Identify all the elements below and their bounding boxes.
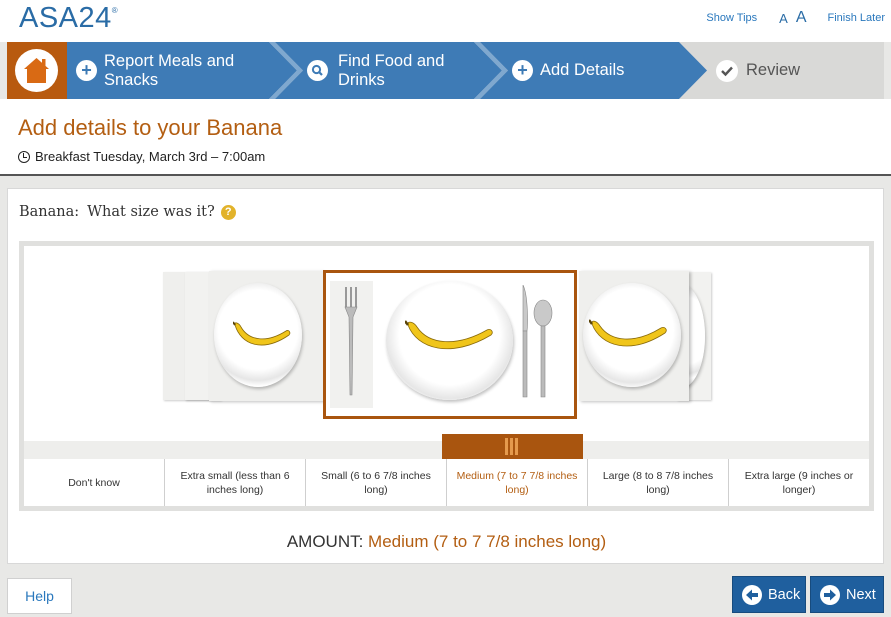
question-help-icon[interactable]: ?	[220, 204, 236, 220]
next-button[interactable]: Next	[810, 576, 884, 613]
banana-image	[405, 320, 493, 350]
step-find-food[interactable]: Find Food and Drinks	[307, 42, 444, 99]
search-icon	[307, 60, 328, 81]
font-size-large-button[interactable]: A	[796, 9, 807, 27]
page-title: Add details to your Banana	[18, 115, 283, 140]
step-report-meals[interactable]: + Report Meals and Snacks	[76, 42, 234, 99]
size-question: Banana: What size was it? ?	[19, 204, 236, 220]
size-option-medium[interactable]: Medium (7 to 7 7/8 inches long)	[446, 459, 587, 506]
amount-value: Medium (7 to 7 7/8 inches long)	[368, 532, 607, 551]
show-tips-link[interactable]: Show Tips	[706, 12, 757, 24]
size-slider-handle[interactable]	[442, 434, 583, 459]
meal-info: Breakfast Tuesday, March 3rd – 7:00am	[18, 149, 265, 164]
portion-panel: Banana: What size was it? ? Don't know E…	[7, 188, 884, 564]
arrow-right-icon	[820, 584, 840, 605]
portion-image-large[interactable]	[579, 271, 689, 401]
back-button[interactable]: Back	[732, 576, 806, 613]
size-options: Don't know Extra small (less than 6 inch…	[24, 459, 869, 506]
top-links: Show Tips A A Finish Later	[706, 9, 885, 27]
home-icon	[15, 49, 58, 92]
check-icon	[716, 59, 738, 82]
next-button-label: Next	[846, 586, 876, 603]
portion-image-carousel: Don't know Extra small (less than 6 inch…	[19, 241, 874, 511]
fork-icon	[344, 287, 358, 396]
size-option-dont-know[interactable]: Don't know	[24, 459, 164, 506]
meal-time-text: Breakfast Tuesday, March 3rd – 7:00am	[35, 149, 266, 164]
font-size-small-button[interactable]: A	[779, 11, 788, 26]
size-option-large[interactable]: Large (8 to 8 7/8 inches long)	[587, 459, 728, 506]
size-option-extra-large[interactable]: Extra large (9 inches or longer)	[728, 459, 869, 506]
size-option-extra-small[interactable]: Extra small (less than 6 inches long)	[164, 459, 305, 506]
top-bar: ASA24® Show Tips A A Finish Later	[0, 0, 891, 42]
size-option-small[interactable]: Small (6 to 6 7/8 inches long)	[305, 459, 446, 506]
plus-icon: +	[512, 60, 533, 81]
arrow-left-icon	[742, 584, 762, 605]
home-tab[interactable]	[7, 42, 67, 99]
step-progress-bar: + Report Meals and Snacks Find Food and Dr…	[7, 42, 884, 99]
amount-summary: AMOUNT: Medium (7 to 7 7/8 inches long)	[8, 532, 885, 552]
plus-icon: +	[76, 60, 97, 81]
step-report-meals-label: Report Meals and Snacks	[104, 51, 235, 89]
portion-images	[24, 246, 869, 441]
food-name: Banana:	[19, 204, 80, 220]
page-header: Add details to your Banana Breakfast Tue…	[0, 99, 891, 176]
step-review-label: Review	[746, 61, 801, 79]
grip-icon	[505, 438, 508, 455]
step-add-details[interactable]: + Add Details	[512, 42, 624, 99]
banana-image	[589, 319, 667, 347]
step-review[interactable]: Review	[716, 42, 800, 99]
back-button-label: Back	[768, 586, 801, 603]
app-logo: ASA24®	[19, 2, 119, 34]
question-text: What size was it?	[87, 204, 215, 220]
banana-image	[233, 321, 291, 346]
amount-label: AMOUNT:	[286, 532, 364, 551]
finish-later-link[interactable]: Finish Later	[828, 12, 885, 24]
help-button[interactable]: Help	[7, 578, 72, 614]
clock-icon	[18, 150, 30, 163]
knife-icon	[522, 285, 528, 398]
portion-image-small[interactable]	[209, 271, 323, 401]
portion-image-medium-selected[interactable]	[323, 270, 577, 419]
step-add-details-label: Add Details	[540, 61, 625, 79]
step-find-food-label: Find Food and Drinks	[338, 51, 445, 89]
spoon-icon	[533, 299, 553, 398]
